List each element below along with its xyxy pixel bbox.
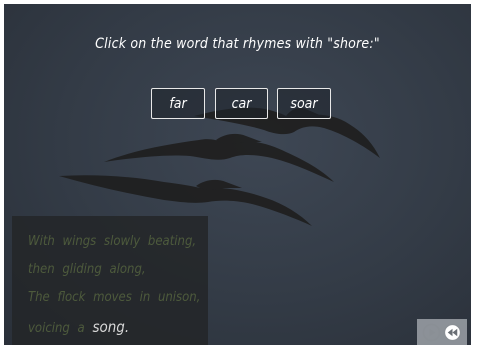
poem-line-3: The flock moves in unison, [28, 290, 201, 305]
game-stage: Click on the word that rhymes with "shor… [4, 4, 471, 345]
rewind-button[interactable] [442, 322, 463, 343]
poem-line-1: With wings slowly beating, [28, 234, 197, 249]
navigation-controls [417, 319, 467, 345]
poem-line-4-prefix: voicing a [28, 321, 85, 336]
play-button[interactable] [421, 322, 442, 343]
highlighted-rhyme-word: song. [92, 318, 130, 336]
poem-line-2: then gliding along, [28, 262, 146, 277]
poem-line-4: voicing a song. [28, 318, 129, 336]
answer-choice-car[interactable]: car [215, 88, 268, 119]
poem-panel: With wings slowly beating, then gliding … [12, 216, 208, 345]
answer-choice-soar[interactable]: soar [277, 88, 331, 119]
play-icon [422, 323, 441, 341]
rewind-icon [443, 323, 462, 341]
answer-choice-far[interactable]: far [151, 88, 205, 119]
question-prompt: Click on the word that rhymes with "shor… [95, 36, 380, 52]
